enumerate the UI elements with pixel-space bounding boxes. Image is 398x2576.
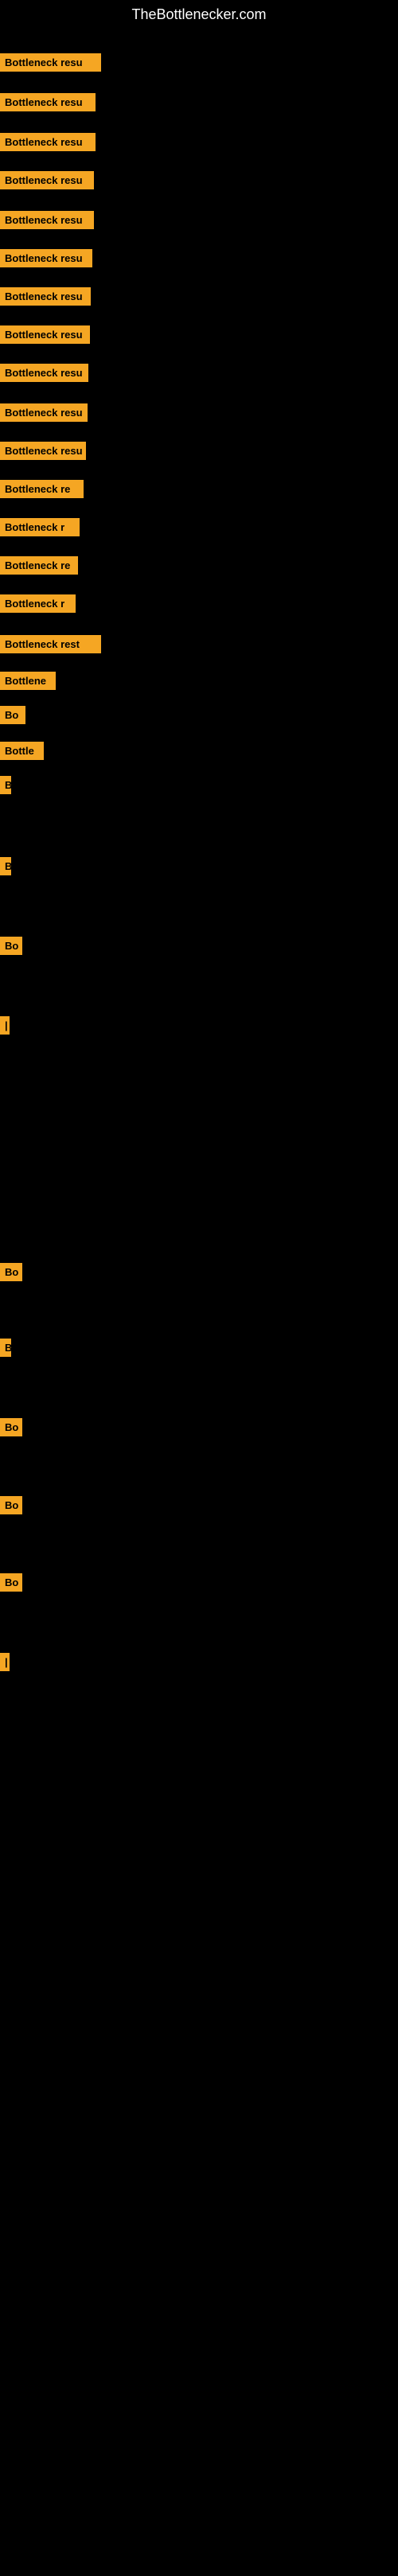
bottleneck-bar-9: Bottleneck resu	[0, 364, 88, 382]
bottleneck-bar-16: Bottleneck rest	[0, 635, 101, 653]
bottleneck-bar-2: Bottleneck resu	[0, 93, 96, 111]
bottleneck-bar-22: Bo	[0, 937, 22, 955]
bottleneck-bar-6: Bottleneck resu	[0, 249, 92, 267]
bottleneck-bar-3: Bottleneck resu	[0, 133, 96, 151]
site-title: TheBottlenecker.com	[0, 0, 398, 29]
bottleneck-bar-18: Bo	[0, 706, 25, 724]
bottleneck-bar-1: Bottleneck resu	[0, 53, 101, 72]
bottleneck-bar-23: |	[0, 1016, 10, 1035]
bottleneck-bar-14: Bottleneck re	[0, 556, 78, 575]
bottleneck-bar-20: B	[0, 776, 11, 794]
bottleneck-bar-26: Bo	[0, 1418, 22, 1436]
bottleneck-bar-15: Bottleneck r	[0, 594, 76, 613]
bottleneck-bar-10: Bottleneck resu	[0, 403, 88, 422]
bottleneck-bar-7: Bottleneck resu	[0, 287, 91, 306]
bottleneck-bar-29: |	[0, 1653, 10, 1671]
bottleneck-bar-4: Bottleneck resu	[0, 171, 94, 189]
bottleneck-bar-13: Bottleneck r	[0, 518, 80, 536]
bottleneck-bar-21: B	[0, 857, 11, 875]
bottleneck-bar-19: Bottle	[0, 742, 44, 760]
bottleneck-bar-5: Bottleneck resu	[0, 211, 94, 229]
bottleneck-bar-28: Bo	[0, 1573, 22, 1592]
bottleneck-bar-24: Bo	[0, 1263, 22, 1281]
bottleneck-bar-11: Bottleneck resu	[0, 442, 86, 460]
bottleneck-bar-12: Bottleneck re	[0, 480, 84, 498]
bottleneck-bar-27: Bo	[0, 1496, 22, 1514]
bottleneck-bar-17: Bottlene	[0, 672, 56, 690]
bottleneck-bar-25: B	[0, 1339, 11, 1357]
bottleneck-bar-8: Bottleneck resu	[0, 325, 90, 344]
